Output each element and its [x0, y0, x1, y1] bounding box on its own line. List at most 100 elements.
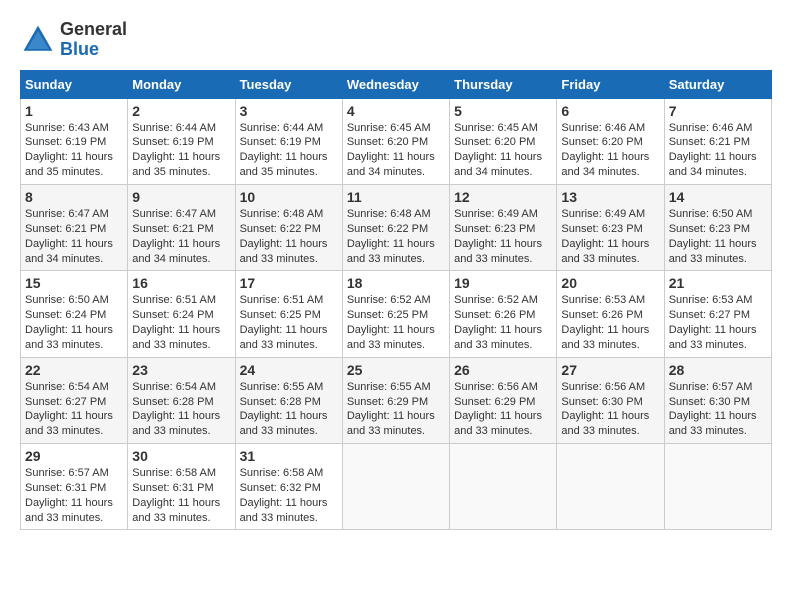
day-number: 26: [454, 362, 552, 378]
calendar-cell: 21 Sunrise: 6:53 AM Sunset: 6:27 PM Dayl…: [664, 271, 771, 357]
day-info: Sunrise: 6:51 AM Sunset: 6:25 PM Dayligh…: [240, 293, 338, 352]
day-number: 12: [454, 189, 552, 205]
day-info: Sunrise: 6:44 AM Sunset: 6:19 PM Dayligh…: [240, 121, 338, 180]
logo-general: General: [60, 19, 127, 39]
day-info: Sunrise: 6:49 AM Sunset: 6:23 PM Dayligh…: [454, 207, 552, 266]
day-number: 27: [561, 362, 659, 378]
calendar-cell: 4 Sunrise: 6:45 AM Sunset: 6:20 PM Dayli…: [342, 98, 449, 184]
day-number: 28: [669, 362, 767, 378]
calendar-cell: 27 Sunrise: 6:56 AM Sunset: 6:30 PM Dayl…: [557, 357, 664, 443]
page-header: General Blue: [20, 20, 772, 60]
day-info: Sunrise: 6:51 AM Sunset: 6:24 PM Dayligh…: [132, 293, 230, 352]
day-number: 3: [240, 103, 338, 119]
calendar-cell: 2 Sunrise: 6:44 AM Sunset: 6:19 PM Dayli…: [128, 98, 235, 184]
day-header-monday: Monday: [128, 70, 235, 98]
day-number: 13: [561, 189, 659, 205]
calendar-week-1: 1 Sunrise: 6:43 AM Sunset: 6:19 PM Dayli…: [21, 98, 772, 184]
calendar-cell: 6 Sunrise: 6:46 AM Sunset: 6:20 PM Dayli…: [557, 98, 664, 184]
calendar-cell: [342, 444, 449, 530]
day-info: Sunrise: 6:57 AM Sunset: 6:31 PM Dayligh…: [25, 466, 123, 525]
calendar-header-row: SundayMondayTuesdayWednesdayThursdayFrid…: [21, 70, 772, 98]
day-info: Sunrise: 6:43 AM Sunset: 6:19 PM Dayligh…: [25, 121, 123, 180]
day-number: 31: [240, 448, 338, 464]
calendar-cell: 24 Sunrise: 6:55 AM Sunset: 6:28 PM Dayl…: [235, 357, 342, 443]
day-number: 15: [25, 275, 123, 291]
calendar-cell: 18 Sunrise: 6:52 AM Sunset: 6:25 PM Dayl…: [342, 271, 449, 357]
day-info: Sunrise: 6:52 AM Sunset: 6:25 PM Dayligh…: [347, 293, 445, 352]
day-number: 21: [669, 275, 767, 291]
day-info: Sunrise: 6:45 AM Sunset: 6:20 PM Dayligh…: [347, 121, 445, 180]
calendar-cell: 8 Sunrise: 6:47 AM Sunset: 6:21 PM Dayli…: [21, 184, 128, 270]
calendar-cell: 19 Sunrise: 6:52 AM Sunset: 6:26 PM Dayl…: [450, 271, 557, 357]
day-info: Sunrise: 6:54 AM Sunset: 6:27 PM Dayligh…: [25, 380, 123, 439]
calendar-cell: 25 Sunrise: 6:55 AM Sunset: 6:29 PM Dayl…: [342, 357, 449, 443]
day-number: 1: [25, 103, 123, 119]
day-number: 20: [561, 275, 659, 291]
day-info: Sunrise: 6:53 AM Sunset: 6:26 PM Dayligh…: [561, 293, 659, 352]
day-number: 9: [132, 189, 230, 205]
day-info: Sunrise: 6:53 AM Sunset: 6:27 PM Dayligh…: [669, 293, 767, 352]
day-info: Sunrise: 6:47 AM Sunset: 6:21 PM Dayligh…: [25, 207, 123, 266]
calendar-cell: 9 Sunrise: 6:47 AM Sunset: 6:21 PM Dayli…: [128, 184, 235, 270]
day-header-tuesday: Tuesday: [235, 70, 342, 98]
day-info: Sunrise: 6:50 AM Sunset: 6:24 PM Dayligh…: [25, 293, 123, 352]
day-number: 30: [132, 448, 230, 464]
calendar-cell: 12 Sunrise: 6:49 AM Sunset: 6:23 PM Dayl…: [450, 184, 557, 270]
day-number: 5: [454, 103, 552, 119]
day-info: Sunrise: 6:48 AM Sunset: 6:22 PM Dayligh…: [347, 207, 445, 266]
day-header-saturday: Saturday: [664, 70, 771, 98]
day-number: 14: [669, 189, 767, 205]
calendar-week-3: 15 Sunrise: 6:50 AM Sunset: 6:24 PM Dayl…: [21, 271, 772, 357]
calendar-cell: 17 Sunrise: 6:51 AM Sunset: 6:25 PM Dayl…: [235, 271, 342, 357]
calendar-cell: 28 Sunrise: 6:57 AM Sunset: 6:30 PM Dayl…: [664, 357, 771, 443]
day-info: Sunrise: 6:50 AM Sunset: 6:23 PM Dayligh…: [669, 207, 767, 266]
logo-text: General Blue: [60, 20, 127, 60]
calendar-cell: 22 Sunrise: 6:54 AM Sunset: 6:27 PM Dayl…: [21, 357, 128, 443]
day-info: Sunrise: 6:49 AM Sunset: 6:23 PM Dayligh…: [561, 207, 659, 266]
day-number: 4: [347, 103, 445, 119]
day-info: Sunrise: 6:58 AM Sunset: 6:31 PM Dayligh…: [132, 466, 230, 525]
calendar-cell: 26 Sunrise: 6:56 AM Sunset: 6:29 PM Dayl…: [450, 357, 557, 443]
day-number: 18: [347, 275, 445, 291]
day-number: 11: [347, 189, 445, 205]
calendar-cell: 14 Sunrise: 6:50 AM Sunset: 6:23 PM Dayl…: [664, 184, 771, 270]
day-number: 7: [669, 103, 767, 119]
calendar-week-4: 22 Sunrise: 6:54 AM Sunset: 6:27 PM Dayl…: [21, 357, 772, 443]
day-header-sunday: Sunday: [21, 70, 128, 98]
day-number: 29: [25, 448, 123, 464]
day-info: Sunrise: 6:58 AM Sunset: 6:32 PM Dayligh…: [240, 466, 338, 525]
day-info: Sunrise: 6:55 AM Sunset: 6:28 PM Dayligh…: [240, 380, 338, 439]
logo: General Blue: [20, 20, 127, 60]
calendar-cell: 5 Sunrise: 6:45 AM Sunset: 6:20 PM Dayli…: [450, 98, 557, 184]
calendar-cell: 11 Sunrise: 6:48 AM Sunset: 6:22 PM Dayl…: [342, 184, 449, 270]
calendar-cell: 23 Sunrise: 6:54 AM Sunset: 6:28 PM Dayl…: [128, 357, 235, 443]
day-info: Sunrise: 6:52 AM Sunset: 6:26 PM Dayligh…: [454, 293, 552, 352]
day-info: Sunrise: 6:56 AM Sunset: 6:29 PM Dayligh…: [454, 380, 552, 439]
calendar-cell: 7 Sunrise: 6:46 AM Sunset: 6:21 PM Dayli…: [664, 98, 771, 184]
day-info: Sunrise: 6:46 AM Sunset: 6:20 PM Dayligh…: [561, 121, 659, 180]
calendar-week-2: 8 Sunrise: 6:47 AM Sunset: 6:21 PM Dayli…: [21, 184, 772, 270]
day-info: Sunrise: 6:55 AM Sunset: 6:29 PM Dayligh…: [347, 380, 445, 439]
calendar-cell: 3 Sunrise: 6:44 AM Sunset: 6:19 PM Dayli…: [235, 98, 342, 184]
calendar-cell: 29 Sunrise: 6:57 AM Sunset: 6:31 PM Dayl…: [21, 444, 128, 530]
day-header-friday: Friday: [557, 70, 664, 98]
day-info: Sunrise: 6:56 AM Sunset: 6:30 PM Dayligh…: [561, 380, 659, 439]
day-number: 22: [25, 362, 123, 378]
day-number: 6: [561, 103, 659, 119]
day-number: 8: [25, 189, 123, 205]
day-number: 2: [132, 103, 230, 119]
day-header-wednesday: Wednesday: [342, 70, 449, 98]
calendar-week-5: 29 Sunrise: 6:57 AM Sunset: 6:31 PM Dayl…: [21, 444, 772, 530]
day-number: 23: [132, 362, 230, 378]
day-info: Sunrise: 6:57 AM Sunset: 6:30 PM Dayligh…: [669, 380, 767, 439]
day-info: Sunrise: 6:54 AM Sunset: 6:28 PM Dayligh…: [132, 380, 230, 439]
day-number: 17: [240, 275, 338, 291]
day-header-thursday: Thursday: [450, 70, 557, 98]
calendar-cell: 10 Sunrise: 6:48 AM Sunset: 6:22 PM Dayl…: [235, 184, 342, 270]
calendar-cell: 31 Sunrise: 6:58 AM Sunset: 6:32 PM Dayl…: [235, 444, 342, 530]
calendar-cell: [557, 444, 664, 530]
calendar-cell: 15 Sunrise: 6:50 AM Sunset: 6:24 PM Dayl…: [21, 271, 128, 357]
calendar-cell: 30 Sunrise: 6:58 AM Sunset: 6:31 PM Dayl…: [128, 444, 235, 530]
calendar-cell: [664, 444, 771, 530]
day-number: 19: [454, 275, 552, 291]
